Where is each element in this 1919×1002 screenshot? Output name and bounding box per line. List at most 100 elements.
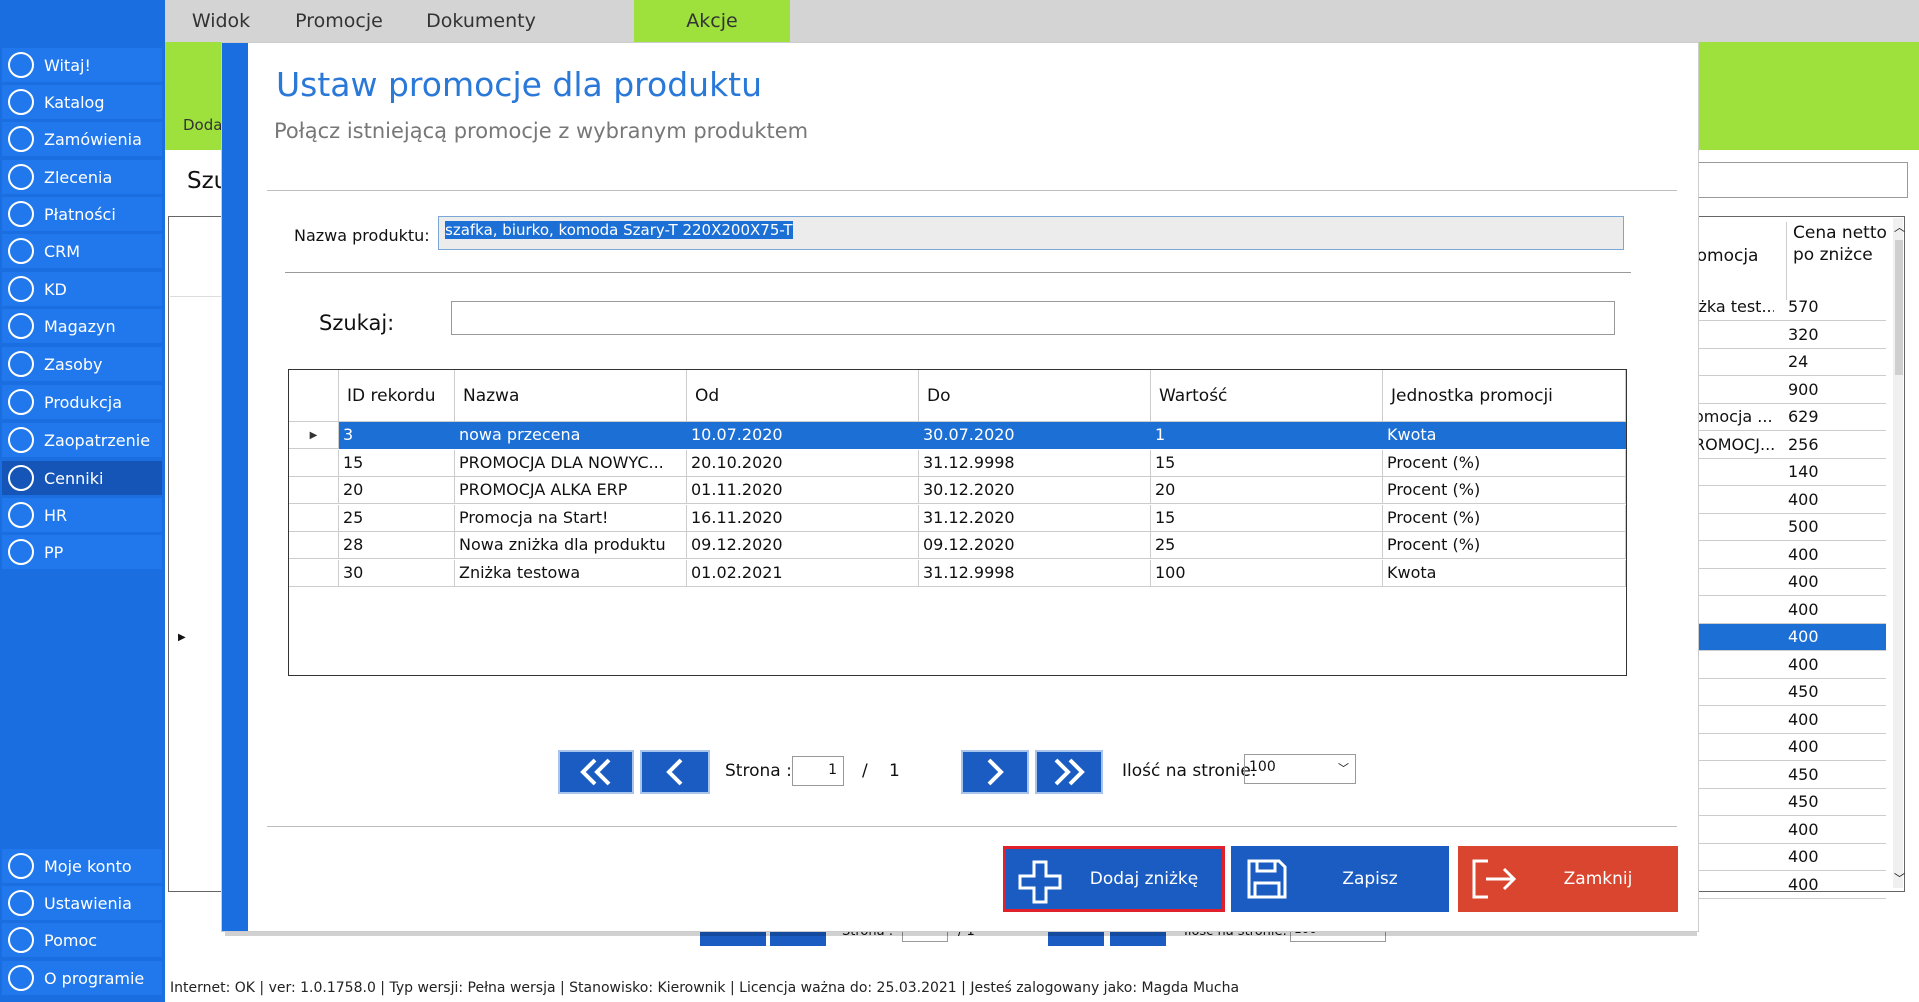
table-row[interactable]: ▶ 3 nowa przecena 10.07.2020 30.07.2020 1 Kwot…: [289, 422, 1626, 449]
tab-promocje[interactable]: Promocje: [277, 0, 401, 42]
cell-jednostka: Kwota: [1383, 559, 1626, 587]
page-input[interactable]: 1: [792, 756, 844, 786]
cell-id: 25: [339, 504, 455, 532]
table-row[interactable]: 320: [1690, 322, 1886, 349]
table-row[interactable]: 15 PROMOCJA DLA NOWYC... 20.10.2020 31.12.9…: [289, 449, 1626, 477]
search-label: Szukaj:: [319, 311, 395, 335]
cell-cena: 400: [1788, 489, 1819, 509]
sidebar-item-o-programie[interactable]: O programie: [2, 961, 162, 995]
column-header-od[interactable]: Od: [687, 370, 919, 422]
sidebar-item-zamówienia[interactable]: Zamówienia: [2, 122, 162, 156]
cell-cena: 400: [1788, 544, 1819, 564]
table-row[interactable]: 450: [1690, 762, 1886, 789]
divider: [267, 826, 1677, 827]
table-row[interactable]: 400: [1690, 872, 1886, 899]
crm-icon: [8, 238, 34, 264]
cell-cena: 450: [1788, 764, 1819, 784]
cell-cena: 400: [1788, 847, 1819, 866]
sidebar-item-produkcja[interactable]: Produkcja: [2, 385, 162, 419]
sidebar-item-witaj-[interactable]: Witaj!: [2, 48, 162, 82]
table-row[interactable]: 500: [1690, 514, 1886, 541]
sidebar-item-zaopatrzenie[interactable]: Zaopatrzenie: [2, 423, 162, 457]
tab-dokumenty[interactable]: Dokumenty: [401, 0, 561, 42]
sidebar-item-cenniki[interactable]: Cenniki: [2, 461, 162, 495]
perpage-select[interactable]: 100 ﹀: [1244, 754, 1356, 784]
dialog-accent-strip: [222, 43, 248, 931]
sidebar-item-label: Ustawienia: [44, 893, 132, 913]
save-button[interactable]: Zapisz: [1231, 846, 1449, 912]
add-discount-button[interactable]: Dodaj zniżkę: [1003, 846, 1225, 912]
next-page-button[interactable]: [961, 750, 1029, 794]
sidebar-item-moje-konto[interactable]: Moje konto: [2, 849, 162, 883]
row-indicator-icon: ▶: [289, 422, 339, 449]
table-row[interactable]: 900: [1690, 377, 1886, 404]
table-row[interactable]: ROMOCJ... 256: [1690, 432, 1886, 459]
cell-do: 30.07.2020: [919, 422, 1151, 449]
table-row[interactable]: 24: [1690, 349, 1886, 376]
column-header-id[interactable]: ID rekordu: [339, 370, 455, 422]
table-row[interactable]: 450: [1690, 789, 1886, 816]
table-row[interactable]: 400: [1690, 597, 1886, 624]
sidebar-item-płatności[interactable]: Płatności: [2, 197, 162, 231]
table-row[interactable]: 400: [1690, 542, 1886, 569]
table-row[interactable]: 28 Nowa zniżka dla produktu 09.12.2020 09.1…: [289, 532, 1626, 559]
page-total: 1: [889, 761, 900, 781]
table-row[interactable]: 30 Zniżka testowa 01.02.2021 31.12.9998 100 K…: [289, 559, 1626, 587]
last-page-button[interactable]: [1035, 750, 1103, 794]
cell-od: 01.11.2020: [687, 477, 919, 504]
sidebar-item-pomoc[interactable]: Pomoc: [2, 923, 162, 957]
column-header-nazwa[interactable]: Nazwa: [455, 370, 687, 422]
sidebar-item-pp[interactable]: PP: [2, 535, 162, 569]
row-indicator-icon: [289, 559, 339, 587]
table-row[interactable]: 400: [1690, 569, 1886, 596]
table-row[interactable]: 400: [1690, 487, 1886, 514]
background-grid-columns: romocja Cena netto po zniżce iżka test..…: [1690, 216, 1903, 899]
cell-cena: 400: [1788, 572, 1819, 591]
sidebar-item-ustawienia[interactable]: Ustawienia: [2, 886, 162, 920]
scroll-down-icon[interactable]: ﹀: [1894, 870, 1905, 886]
sidebar-item-label: Moje konto: [44, 856, 132, 876]
sidebar-item-magazyn[interactable]: Magazyn: [2, 309, 162, 343]
sidebar-item-label: O programie: [44, 968, 145, 988]
table-row[interactable]: 450: [1690, 679, 1886, 706]
prev-page-button[interactable]: [640, 750, 710, 794]
sidebar-item-kd[interactable]: KD: [2, 272, 162, 306]
tab-widok[interactable]: Widok: [165, 0, 277, 42]
table-row[interactable]: 400: [1690, 817, 1886, 844]
column-header-cena[interactable]: Cena netto po zniżce: [1786, 222, 1888, 300]
table-row[interactable]: 20 PROMOCJA ALKA ERP 01.11.2020 30.12.2020 2…: [289, 477, 1626, 504]
cell-do: 31.12.2020: [919, 504, 1151, 532]
background-search-input[interactable]: [1690, 162, 1908, 198]
sidebar-item-zasoby[interactable]: Zasoby: [2, 347, 162, 381]
cell-id: 20: [339, 477, 455, 504]
table-row[interactable]: 400: [1690, 652, 1886, 679]
column-header-jednostka[interactable]: Jednostka promocji: [1383, 370, 1626, 422]
tab-akcje[interactable]: Akcje: [634, 0, 790, 42]
table-row[interactable]: 25 Promocja na Start! 16.11.2020 31.12.2020…: [289, 504, 1626, 532]
sidebar-item-crm[interactable]: CRM: [2, 234, 162, 268]
sidebar-item-hr[interactable]: HR: [2, 498, 162, 532]
sidebar-item-katalog[interactable]: Katalog: [2, 85, 162, 119]
column-header-wartosc[interactable]: Wartość: [1151, 370, 1383, 422]
table-row[interactable]: 400: [1690, 624, 1886, 651]
table-row[interactable]: 400: [1690, 734, 1886, 761]
table-row[interactable]: 400: [1690, 707, 1886, 734]
first-page-button[interactable]: [558, 750, 634, 794]
column-header-do[interactable]: Do: [919, 370, 1151, 422]
product-name-field[interactable]: szafka, biurko, komoda Szary-T 220X200X7…: [438, 216, 1624, 250]
close-button[interactable]: Zamknij: [1458, 846, 1678, 912]
table-row[interactable]: iżka test... 570: [1690, 294, 1886, 321]
cell-cena: 24: [1788, 352, 1809, 371]
table-row[interactable]: 400: [1690, 844, 1886, 871]
add-discount-label: Dodaj zniżkę: [1089, 869, 1199, 889]
search-input[interactable]: [451, 301, 1615, 335]
cell-od: 01.02.2021: [687, 559, 919, 587]
sidebar-item-label: CRM: [44, 241, 81, 261]
sidebar-item-zlecenia[interactable]: Zlecenia: [2, 160, 162, 194]
dollar-icon: [8, 201, 34, 227]
cell-id: 28: [339, 532, 455, 559]
table-row[interactable]: omocja ... 629: [1690, 404, 1886, 431]
table-row[interactable]: 140: [1690, 459, 1886, 486]
scroll-up-icon[interactable]: ︿: [1894, 219, 1905, 235]
scrollbar-thumb[interactable]: [1895, 240, 1903, 375]
